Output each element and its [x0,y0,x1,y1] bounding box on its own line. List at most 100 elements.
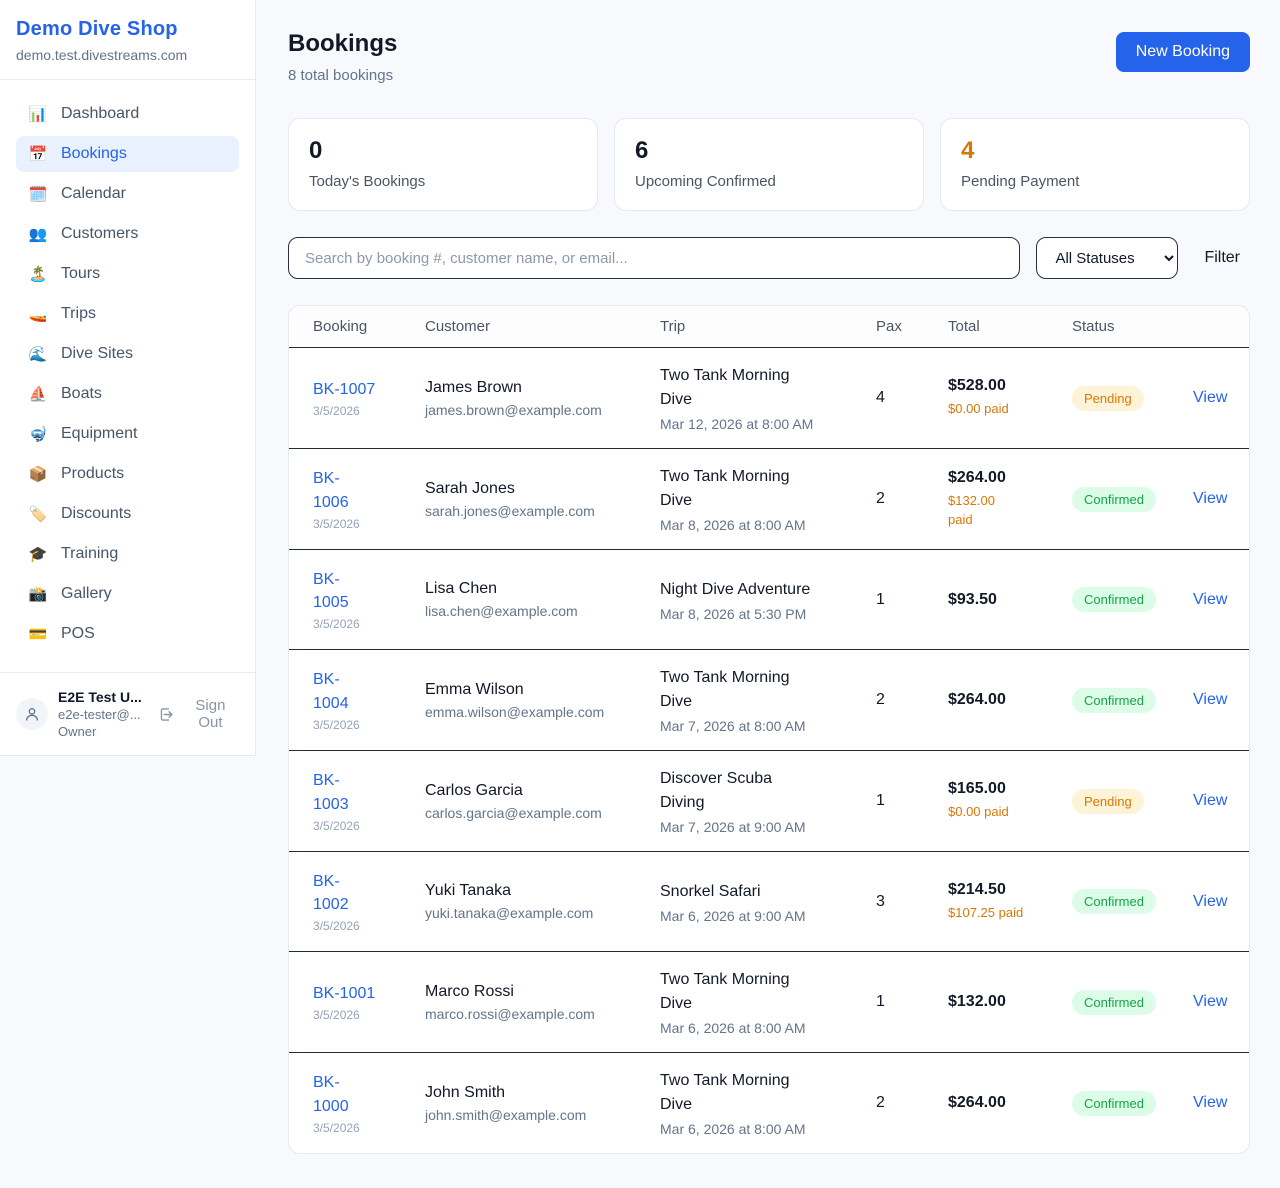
filter-row: All Statuses Filter [288,237,1250,279]
sidebar-item-customers[interactable]: 👥 Customers [16,216,239,252]
dashboard-icon: 📊 [28,105,48,123]
table-row: BK-10013/5/2026 Marco Rossimarco.rossi@e… [289,952,1249,1053]
new-booking-button[interactable]: New Booking [1116,32,1250,72]
sidebar-item-pos[interactable]: 💳 POS [16,616,239,652]
sidebar-item-discounts[interactable]: 🏷️ Discounts [16,496,239,532]
view-link[interactable]: View [1193,893,1225,911]
view-link[interactable]: View [1193,792,1225,810]
sidebar: Demo Dive Shop demo.test.divestreams.com… [0,0,256,756]
trip-date: Mar 12, 2026 at 8:00 AM [660,416,876,432]
sidebar-nav: 📊 Dashboard 📅 Bookings 🗓️ Calendar 👥 Cus… [0,80,255,666]
sidebar-item-dashboard[interactable]: 📊 Dashboard [16,96,239,132]
status-badge: Confirmed [1072,1091,1156,1116]
sign-out-icon [158,706,175,723]
trip-date: Mar 6, 2026 at 8:00 AM [660,1020,876,1036]
booking-id-link[interactable]: BK- 1005 [313,568,425,614]
booking-date: 3/5/2026 [313,617,425,631]
sidebar-item-label: Gallery [61,585,112,603]
view-link[interactable]: View [1193,591,1225,609]
status-badge: Confirmed [1072,688,1156,713]
view-link[interactable]: View [1193,1094,1225,1112]
customer-email: john.smith@example.com [425,1107,660,1123]
col-header-status: Status [1072,318,1193,335]
sidebar-item-calendar[interactable]: 🗓️ Calendar [16,176,239,212]
view-link[interactable]: View [1193,993,1225,1011]
view-link[interactable]: View [1193,490,1225,508]
col-header-customer: Customer [425,318,660,335]
customer-email: james.brown@example.com [425,402,660,418]
booking-id-link[interactable]: BK- 1004 [313,668,425,714]
sidebar-item-gallery[interactable]: 📸 Gallery [16,576,239,612]
pax-count: 4 [876,389,948,407]
user-email: e2e-tester@... [58,707,148,722]
trip-date: Mar 6, 2026 at 9:00 AM [660,908,876,924]
table-row: BK- 1005 3/5/2026 Lisa Chen lisa.chen@exam… [289,550,1249,650]
dive-sites-icon: 🌊 [28,345,48,363]
sidebar-item-trips[interactable]: 🚤 Trips [16,296,239,332]
page-title: Bookings [288,30,397,58]
stat-label: Upcoming Confirmed [635,173,903,190]
customer-email: lisa.chen@example.com [425,603,660,619]
booking-id-link[interactable]: BK- 1000 [313,1071,425,1117]
customer-name: Lisa Chen [425,580,660,598]
stat-card-pending-payment: 4 Pending Payment [940,118,1250,211]
paid-amount: $107.25 paid [948,904,1072,923]
col-header-trip: Trip [660,318,876,335]
booking-date: 3/5/2026 [313,718,425,732]
view-link[interactable]: View [1193,691,1225,709]
pax-count: 1 [876,792,948,810]
filter-button[interactable]: Filter [1194,243,1250,273]
table-row: BK-10073/5/2026 James Brownjames.brown@e… [289,348,1249,449]
sidebar-item-label: POS [61,625,95,643]
products-icon: 📦 [28,465,48,483]
sidebar-item-bookings[interactable]: 📅 Bookings [16,136,239,172]
sign-out-button[interactable]: Sign Out [158,697,239,731]
total-amount: $264.00 [948,691,1072,709]
customer-email: marco.rossi@example.com [425,1006,660,1022]
customers-icon: 👥 [28,225,48,243]
stat-value: 6 [635,137,903,165]
booking-date: 3/5/2026 [313,1008,425,1022]
paid-amount: $0.00 paid [948,400,1072,419]
page-subtitle: 8 total bookings [288,67,397,84]
booking-id-link[interactable]: BK- 1003 [313,769,425,815]
booking-id-link[interactable]: BK-1007 [313,378,425,401]
customer-email: yuki.tanaka@example.com [425,905,660,921]
sidebar-item-label: Products [61,465,124,483]
shop-domain: demo.test.divestreams.com [16,47,239,63]
booking-date: 3/5/2026 [313,517,425,531]
search-input[interactable] [288,237,1020,279]
sidebar-item-training[interactable]: 🎓 Training [16,536,239,572]
stat-label: Pending Payment [961,173,1229,190]
trip-date: Mar 8, 2026 at 8:00 AM [660,517,876,533]
total-amount: $264.00 [948,1094,1072,1112]
user-name: E2E Test U... [58,689,148,705]
booking-id-link[interactable]: BK- 1006 [313,467,425,513]
sidebar-item-tours[interactable]: 🏝️ Tours [16,256,239,292]
total-amount: $528.00 [948,377,1072,395]
page-header: Bookings 8 total bookings New Booking [288,30,1250,84]
sidebar-item-dive-sites[interactable]: 🌊 Dive Sites [16,336,239,372]
sidebar-item-boats[interactable]: ⛵ Boats [16,376,239,412]
sidebar-item-label: Boats [61,385,102,403]
customer-email: sarah.jones@example.com [425,503,660,519]
sidebar-item-label: Customers [61,225,138,243]
calendar-icon: 🗓️ [28,185,48,203]
user-role: Owner [58,724,148,739]
trip-name: Discover Scuba Diving [660,767,876,815]
sidebar-item-equipment[interactable]: 🤿 Equipment [16,416,239,452]
total-amount: $264.00 [948,469,1072,487]
discounts-icon: 🏷️ [28,505,48,523]
sidebar-item-products[interactable]: 📦 Products [16,456,239,492]
person-icon [24,706,40,722]
booking-id-link[interactable]: BK-1001 [313,982,425,1005]
stat-value: 4 [961,137,1229,165]
stat-value: 0 [309,137,577,165]
status-select[interactable]: All Statuses [1036,237,1178,279]
trip-name: Two Tank Morning Dive [660,968,876,1016]
customer-name: Yuki Tanaka [425,882,660,900]
customer-name: Emma Wilson [425,681,660,699]
booking-id-link[interactable]: BK- 1002 [313,870,425,916]
sign-out-label: Sign Out [182,697,239,731]
view-link[interactable]: View [1193,389,1225,407]
